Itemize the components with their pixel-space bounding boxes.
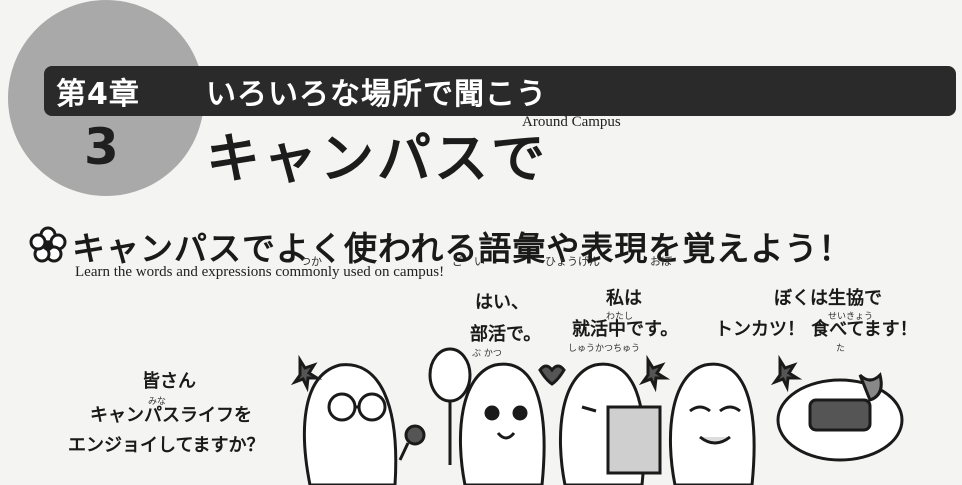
flower-icon [29,226,67,263]
lesson-number: 3 [84,118,119,176]
section-subtitle: Learn the words and expressions commonly… [75,264,445,280]
section-heading: キャンパスでよく使われる語彙や表現を覚えよう！ [28,222,852,270]
club-line1: はい、 [475,292,529,313]
lesson-subtitle: Around Campus [522,114,621,130]
chapter-label: 第4章 [56,77,140,112]
ruby-obo: おぼ [650,255,672,268]
chapter-bar: 第4章 いろいろな場所で聞こう [44,66,956,116]
coop-line2: トンカツ！ 食べてます！ [715,319,918,340]
ruby-goi: ご い [452,255,485,268]
intro-line1: 皆さん [142,371,196,392]
chapter-title: いろいろな場所で聞こう [206,77,547,112]
job-line2: 就活中です。 [572,319,679,340]
intro-line3: エンジョイしてますか？ [68,435,265,456]
lesson-title: キャンパスで [206,127,548,190]
ruby-hyougen: ひょうげん [545,255,600,268]
intro-line2: キャンパスライフを [90,405,252,426]
cartoon-characters-illustration [290,347,904,485]
